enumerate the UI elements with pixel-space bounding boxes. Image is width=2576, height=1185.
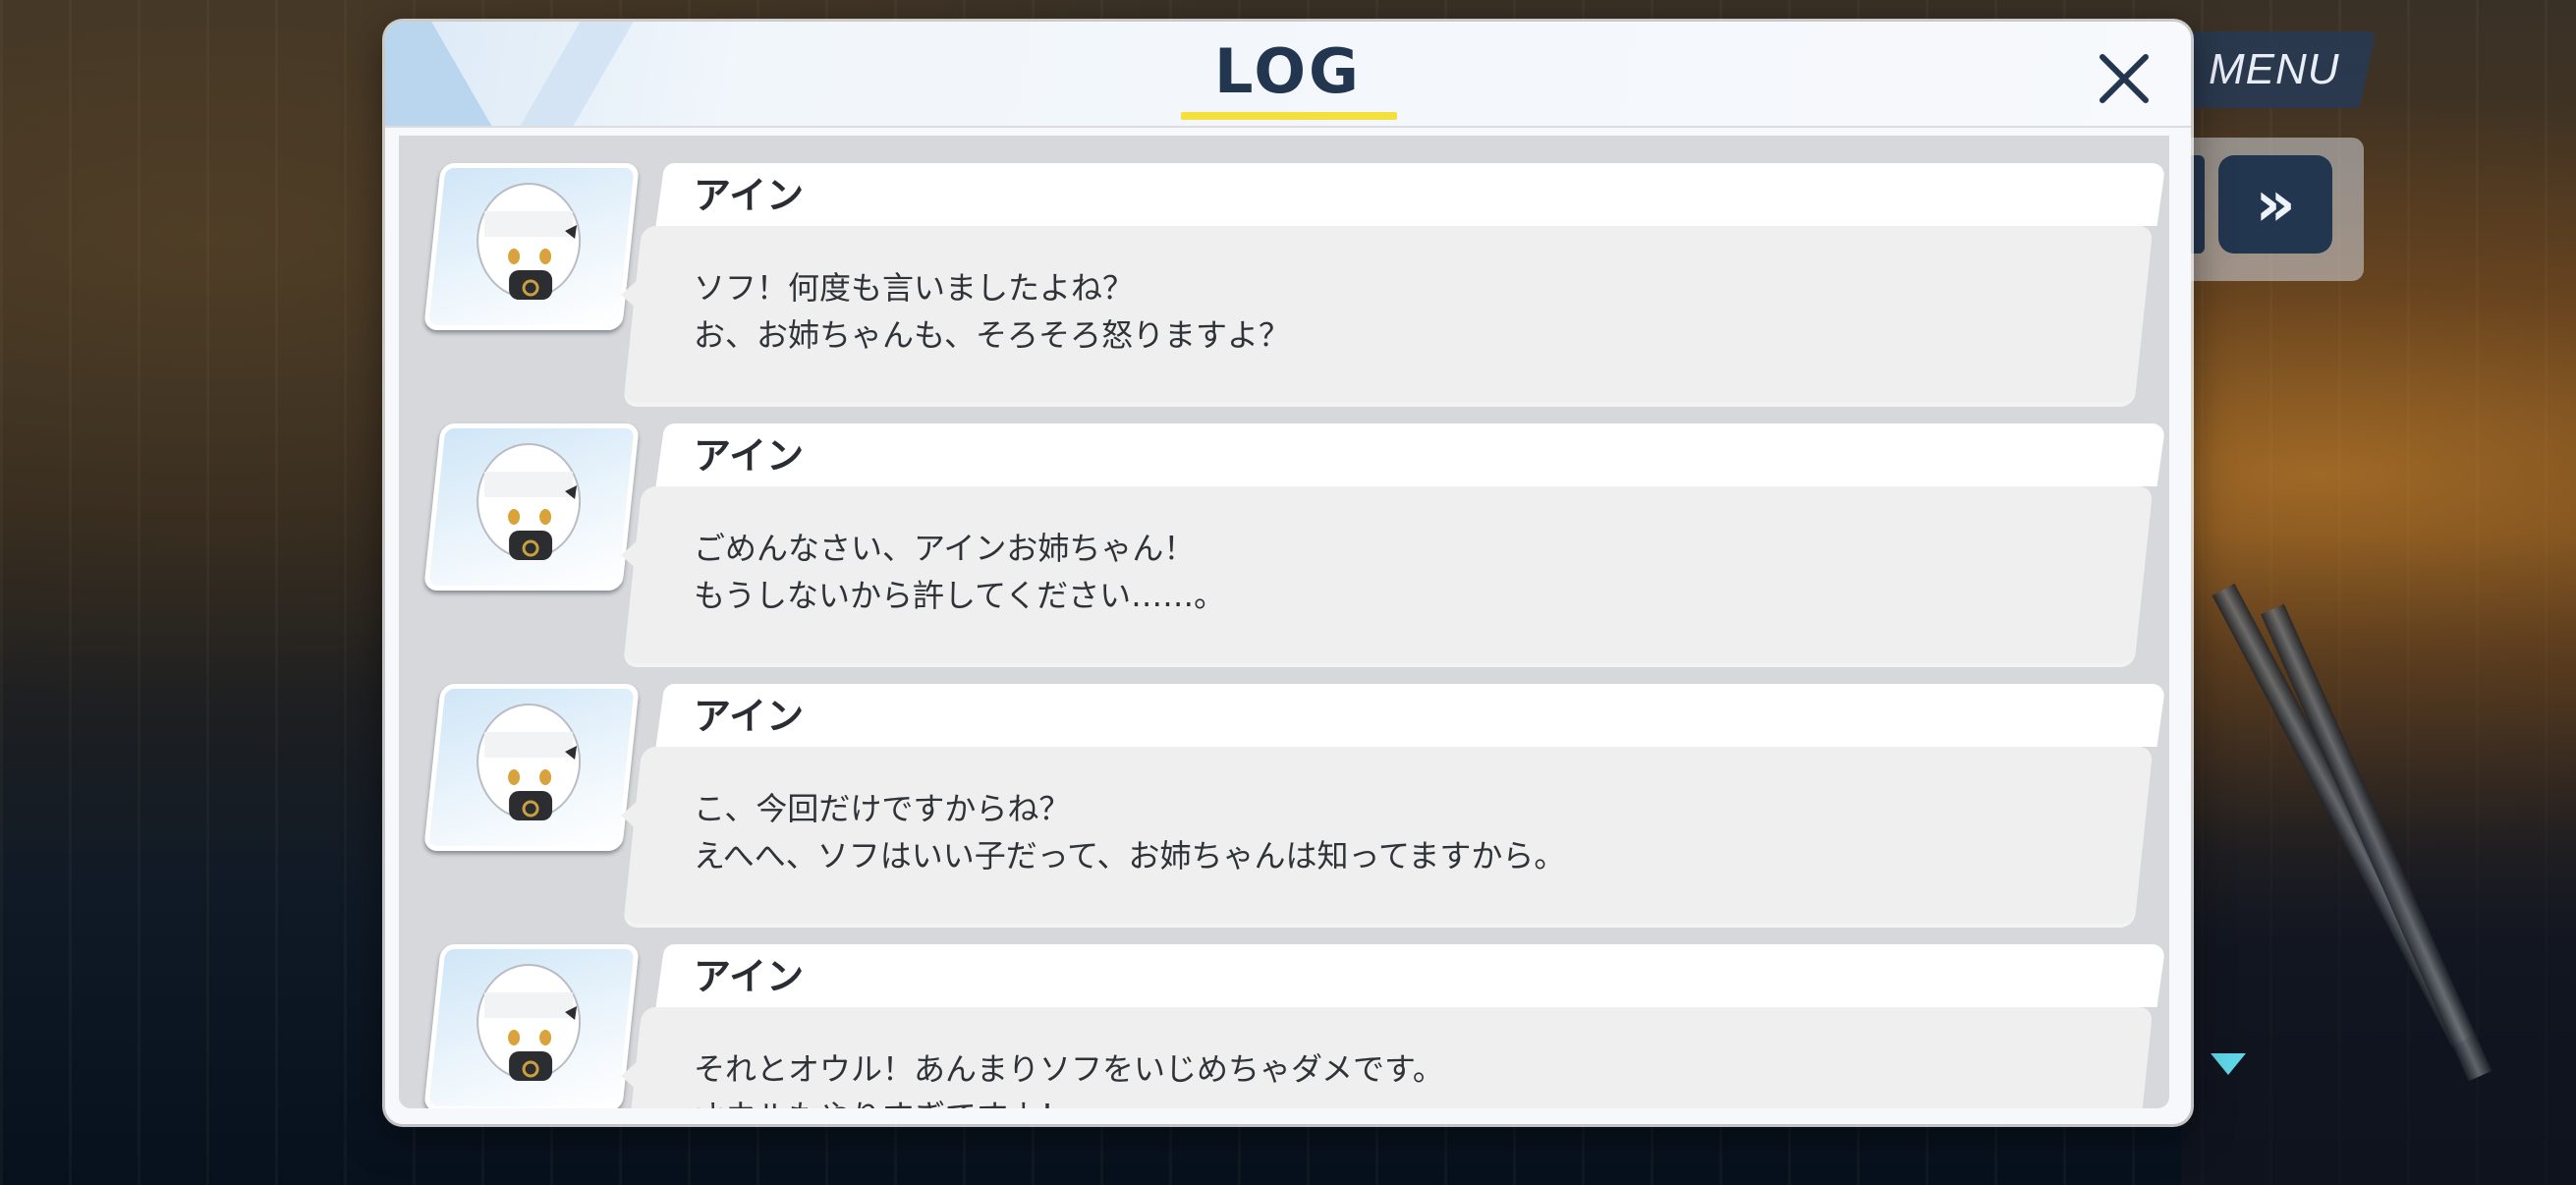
fast-forward-icon: » — [2255, 168, 2296, 241]
message-line: お、お姉ちゃんも、そろそろ怒りますよ？ — [694, 316, 1291, 354]
menu-label: MENU — [2209, 45, 2340, 93]
close-button[interactable] — [2085, 39, 2163, 118]
speaker-name: アイン — [694, 695, 805, 738]
message-line: それとオウル！あんまりソフをいじめちゃダメです。 — [694, 1050, 1444, 1088]
log-list[interactable]: アイン ソフ！何度も言いましたよね？ お、お姉ちゃんも、そろそろ怒りますよ？ ア… — [399, 136, 2169, 1108]
game-scene: MENU » LOG アイン ソフ！何度も言いましたよね？ お、お姉ちゃんも、そ… — [0, 0, 2576, 1185]
message-line: えへへ、ソフはいい子だって、お姉ちゃんは知ってますから。 — [694, 837, 1566, 875]
title-underline — [1181, 112, 1397, 120]
log-entry: アイン ソフ！何度も言いましたよね？ お、お姉ちゃんも、そろそろ怒りますよ？ — [399, 155, 2169, 409]
speaker-name: アイン — [694, 955, 805, 998]
close-icon — [2100, 54, 2149, 103]
speaker-name: アイン — [694, 434, 805, 478]
character-avatar — [423, 423, 640, 591]
skip-button[interactable]: » — [2218, 155, 2332, 254]
log-entry: アイン こ、今回だけですからね？ えへへ、ソフはいい子だって、お姉ちゃんは知って… — [399, 676, 2169, 930]
name-plate — [655, 684, 2166, 747]
message-line: ソフ！何度も言いましたよね？ — [694, 269, 1135, 307]
character-avatar — [423, 944, 640, 1108]
log-entry: アイン ごめんなさい、アインお姉ちゃん！ もうしないから許してください……。 — [399, 416, 2169, 669]
log-modal: LOG アイン ソフ！何度も言いましたよね？ お、お姉ちゃんも、そろそろ怒ります… — [385, 22, 2191, 1124]
modal-title: LOG — [1214, 35, 1362, 107]
name-plate — [655, 163, 2166, 226]
message-line: ごめんなさい、アインお姉ちゃん！ — [694, 530, 1196, 567]
character-avatar — [423, 163, 640, 330]
message-line: オウルもやりすぎですよ！ — [694, 1092, 1071, 1108]
message-line: もうしないから許してください……。 — [694, 577, 1226, 614]
menu-button[interactable]: MENU — [2172, 31, 2377, 108]
speaker-name: アイン — [694, 174, 805, 217]
character-avatar — [423, 684, 640, 851]
message-line: こ、今回だけですからね？ — [694, 790, 1071, 827]
modal-header: LOG — [385, 22, 2191, 128]
log-entry: アイン それとオウル！あんまりソフをいじめちゃダメです。 オウルもやりすぎですよ… — [399, 936, 2169, 1108]
name-plate — [655, 423, 2166, 486]
name-plate — [655, 944, 2166, 1007]
next-indicator-icon — [2211, 1053, 2246, 1075]
